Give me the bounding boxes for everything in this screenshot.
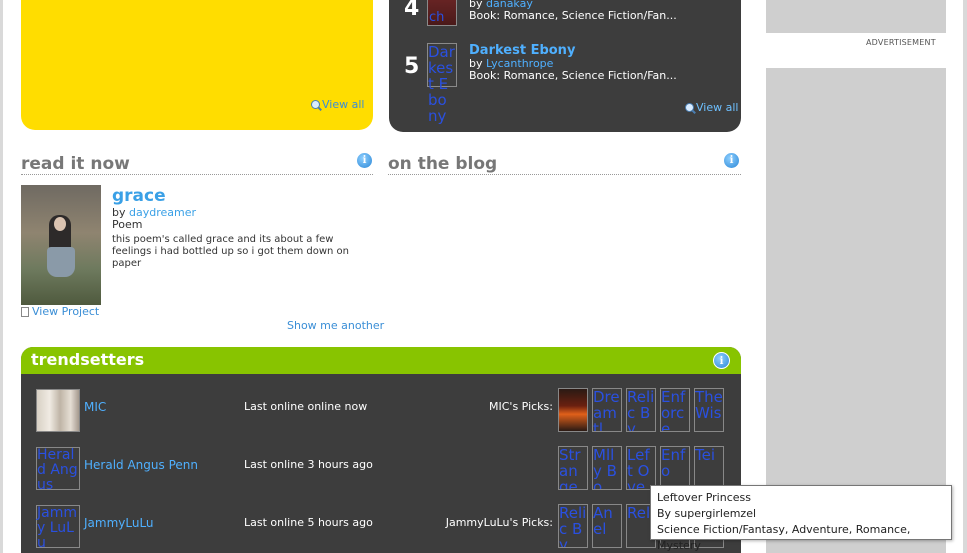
view-all-label: View all	[696, 101, 739, 114]
user-name-link[interactable]: Herald Angus Penn	[84, 458, 198, 472]
book-4-genre: Book: Romance, Science Fiction/Fan...	[469, 9, 677, 22]
show-another-link[interactable]: Show me another	[287, 319, 384, 332]
last-online-status: Last online online now	[244, 400, 368, 413]
pick-book-cover[interactable]: Enforce	[660, 388, 690, 432]
last-online-status: Last online 5 hours ago	[244, 516, 373, 529]
read-it-now-heading: read it now	[21, 154, 373, 175]
pick-book-cover[interactable]: Strange	[558, 446, 588, 490]
pick-book-cover[interactable]	[558, 388, 588, 432]
window-left-border	[0, 0, 3, 553]
pick-book-cover[interactable]: Relic By	[626, 388, 656, 432]
book-5-genre: Book: Romance, Science Fiction/Fan...	[469, 69, 677, 82]
pick-book-cover[interactable]: The Wis	[694, 388, 724, 432]
book-tooltip: Leftover Princess By supergirlemzel Scie…	[650, 485, 952, 552]
trendsetters-panel: trendsetters i MIC Last online online no…	[21, 347, 741, 553]
project-cover-image[interactable]	[21, 185, 101, 305]
tooltip-title: Leftover Princess	[657, 491, 751, 504]
magnifier-icon	[311, 100, 320, 109]
user-name-link[interactable]: JammyLuLu	[84, 516, 154, 530]
trendsetters-header: trendsetters i	[21, 347, 741, 374]
book-4-thumbnail[interactable]: ch	[427, 0, 457, 26]
info-icon[interactable]: i	[713, 352, 730, 369]
pick-book-cover[interactable]: Enfo	[660, 446, 690, 490]
pick-book-cover[interactable]: Dreamtl	[592, 388, 622, 432]
book-5-thumbnail[interactable]: Darkest Ebony	[427, 43, 457, 124]
rank-4: 4	[404, 0, 420, 21]
project-type: Poem	[112, 218, 143, 231]
pick-book-cover[interactable]: Mlly Bo	[592, 446, 622, 490]
project-description: this poem's called grace and its about a…	[112, 234, 350, 269]
yellow-view-all-link[interactable]: View all	[311, 98, 364, 111]
picks-label: MIC's Picks:	[489, 400, 553, 413]
view-project-link[interactable]: View Project	[21, 305, 99, 318]
tooltip-author: By supergirlemzel	[657, 507, 757, 520]
book-5-title-link[interactable]: Darkest Ebony	[469, 43, 575, 58]
user-avatar[interactable]: Jammy LuLu	[36, 505, 80, 551]
magnifier-icon	[685, 103, 694, 112]
trendsetters-title: trendsetters	[31, 350, 145, 369]
user-avatar[interactable]	[36, 389, 80, 432]
user-name-link[interactable]: MIC	[84, 400, 106, 414]
pick-book-cover[interactable]: Anel	[592, 504, 622, 548]
advertisement-label: ADVERTISEMENT	[866, 38, 936, 47]
pick-book-cover[interactable]: Left Ove	[626, 446, 656, 490]
pick-book-cover[interactable]: Tei	[694, 446, 724, 490]
user-avatar[interactable]: Herald Angus	[36, 447, 80, 493]
picks-label: JammyLuLu's Picks:	[445, 516, 553, 529]
tooltip-genres: Science Fiction/Fantasy, Adventure, Roma…	[657, 523, 911, 552]
document-icon	[21, 306, 29, 317]
view-all-label: View all	[322, 98, 365, 111]
window-right-border	[963, 0, 967, 553]
rank-5: 5	[404, 54, 420, 79]
ad-banner-top[interactable]	[766, 0, 946, 33]
info-icon[interactable]: i	[724, 153, 739, 168]
project-title-link[interactable]: grace	[112, 186, 166, 206]
pick-book-cover[interactable]: Relic By	[558, 504, 588, 548]
info-icon[interactable]: i	[357, 153, 372, 168]
last-online-status: Last online 3 hours ago	[244, 458, 373, 471]
ad-banner-main[interactable]	[766, 68, 946, 553]
dark-view-all-link[interactable]: View all	[685, 101, 738, 114]
on-the-blog-heading: on the blog	[388, 154, 741, 175]
